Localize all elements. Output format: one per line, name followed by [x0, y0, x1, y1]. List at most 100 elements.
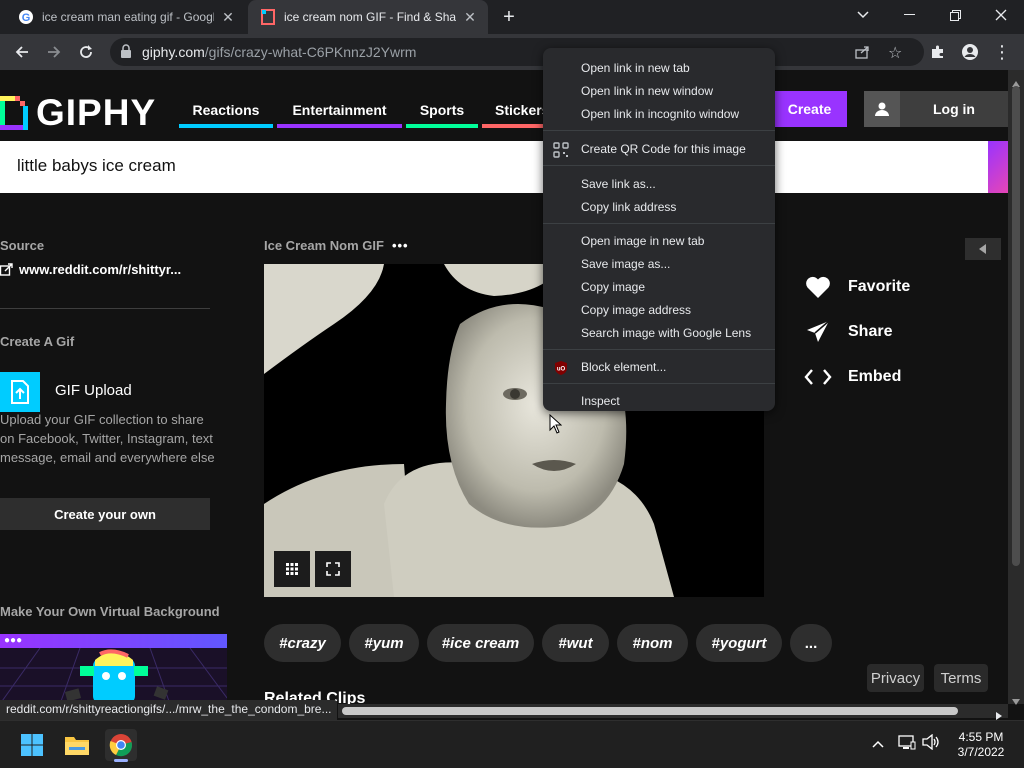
- menu-item-open-link-incognito[interactable]: Open link in incognito window: [543, 103, 775, 126]
- search-button[interactable]: [988, 141, 1008, 193]
- terms-link[interactable]: Terms: [934, 664, 988, 692]
- chrome-taskbar-icon[interactable]: [105, 729, 137, 762]
- restore-button[interactable]: [932, 0, 978, 30]
- favorite-label: Favorite: [848, 278, 911, 295]
- previous-gif-button[interactable]: [965, 238, 1001, 260]
- grid-icon: [286, 563, 298, 575]
- embed-button[interactable]: Embed: [804, 362, 901, 392]
- nav-reactions[interactable]: Reactions: [179, 92, 273, 128]
- giphy-page: GIPHY Reactions Entertainment Sports Sti…: [0, 70, 1008, 704]
- fullscreen-button[interactable]: [315, 551, 351, 587]
- menu-separator: [543, 223, 775, 224]
- share-label: Share: [848, 323, 893, 340]
- nav-stickers[interactable]: Stickers: [482, 92, 544, 128]
- tab-giphy[interactable]: ice cream nom GIF - Find & Share ✕: [248, 0, 488, 34]
- menu-kebab-icon[interactable]: ⋮: [988, 38, 1016, 66]
- source-link[interactable]: www.reddit.com/r/shittyr...: [0, 262, 181, 279]
- menu-item-copy-image-address[interactable]: Copy image address: [543, 299, 775, 322]
- menu-item-save-link-as[interactable]: Save link as...: [543, 173, 775, 196]
- network-icon[interactable]: [898, 734, 916, 753]
- gif-title: Ice Cream Nom GIF •••: [264, 238, 409, 253]
- favorite-button[interactable]: Favorite: [804, 272, 910, 302]
- minimize-button[interactable]: [886, 0, 932, 30]
- show-hidden-icons-chevron-icon[interactable]: [872, 735, 884, 751]
- taskbar-clock[interactable]: 4:55 PM 3/7/2022: [946, 730, 1016, 760]
- tag-chip[interactable]: #ice cream: [427, 624, 534, 662]
- expand-icon: [326, 562, 340, 576]
- address-bar[interactable]: giphy.com/gifs/crazy-what-C6PKnnzJ2Ywrm …: [110, 38, 924, 66]
- vertical-scrollbar[interactable]: [1008, 70, 1024, 705]
- menu-item-open-link-new-window[interactable]: Open link in new window: [543, 80, 775, 103]
- create-your-own-button[interactable]: Create your own: [0, 498, 210, 530]
- tag-chip[interactable]: #nom: [617, 624, 688, 662]
- menu-separator: [543, 349, 775, 350]
- menu-item-copy-link-address[interactable]: Copy link address: [543, 196, 775, 219]
- giphy-icon: [260, 9, 276, 25]
- ublock-origin-icon: uO: [553, 360, 569, 376]
- share-button[interactable]: Share: [804, 317, 892, 347]
- menu-item-open-image-new-tab[interactable]: Open image in new tab: [543, 230, 775, 253]
- more-tags-button[interactable]: ...: [790, 624, 832, 662]
- tab-google-search[interactable]: G ice cream man eating gif - Google ✕: [0, 0, 248, 34]
- share-page-icon[interactable]: [854, 44, 870, 65]
- windows-taskbar: 4:55 PM 3/7/2022: [0, 720, 1024, 768]
- more-options-icon[interactable]: •••: [392, 238, 409, 253]
- google-icon: G: [18, 9, 34, 25]
- upload-icon[interactable]: [0, 372, 40, 412]
- tag-chip[interactable]: #crazy: [264, 624, 341, 662]
- nav-label: Entertainment: [292, 102, 387, 118]
- logo-wordmark: GIPHY: [36, 92, 157, 133]
- search-input[interactable]: little babys ice cream: [0, 141, 988, 193]
- paper-plane-icon: [804, 320, 832, 344]
- tag-chip[interactable]: #yum: [349, 624, 419, 662]
- tab-search-icon[interactable]: [840, 0, 886, 30]
- tag-chip[interactable]: #wut: [542, 624, 609, 662]
- menu-item-save-image-as[interactable]: Save image as...: [543, 253, 775, 276]
- virtual-background-card[interactable]: ●●●: [0, 634, 227, 704]
- close-window-button[interactable]: [978, 0, 1024, 30]
- profile-icon[interactable]: [956, 38, 984, 66]
- nav-entertainment[interactable]: Entertainment: [277, 92, 402, 128]
- lock-icon[interactable]: [120, 44, 132, 63]
- tag-chip[interactable]: #yogurt: [696, 624, 782, 662]
- close-tab-icon[interactable]: ✕: [220, 9, 236, 26]
- active-app-indicator: [114, 759, 128, 762]
- forward-button[interactable]: [40, 38, 68, 66]
- giphy-logo[interactable]: GIPHY: [0, 92, 156, 134]
- menu-item-search-google-lens[interactable]: Search image with Google Lens: [543, 322, 775, 345]
- volume-icon[interactable]: [922, 733, 940, 753]
- nav-underline: [179, 124, 273, 128]
- svg-text:uO: uO: [557, 367, 566, 373]
- search-query: little babys ice cream: [17, 156, 176, 175]
- nav-sports[interactable]: Sports: [406, 92, 478, 128]
- menu-item-block-element[interactable]: uO Block element...: [543, 356, 775, 379]
- windows-start-icon[interactable]: [16, 729, 48, 761]
- new-tab-button[interactable]: +: [498, 7, 520, 29]
- virtual-background-illustration: [0, 647, 227, 704]
- file-explorer-icon[interactable]: [61, 729, 93, 761]
- reload-button[interactable]: [72, 38, 100, 66]
- scrollbar-thumb[interactable]: [1012, 86, 1020, 566]
- menu-item-label: Block element...: [581, 360, 667, 374]
- login-button[interactable]: Log in: [864, 91, 1008, 127]
- scrollbar-thumb[interactable]: [342, 707, 958, 715]
- close-tab-icon[interactable]: ✕: [462, 9, 478, 26]
- external-link-icon: [0, 263, 13, 279]
- back-button[interactable]: [8, 38, 36, 66]
- bookmark-star-icon[interactable]: ☆: [888, 43, 902, 63]
- menu-item-open-link-new-tab[interactable]: Open link in new tab: [543, 57, 775, 80]
- menu-item-inspect[interactable]: Inspect: [543, 390, 775, 413]
- horizontal-scrollbar[interactable]: [338, 704, 1008, 720]
- qr-code-icon: [553, 142, 569, 158]
- privacy-link[interactable]: Privacy: [867, 664, 924, 692]
- create-button[interactable]: Create: [772, 91, 847, 127]
- menu-item-copy-image[interactable]: Copy image: [543, 276, 775, 299]
- scroll-down-arrow-icon[interactable]: [1012, 692, 1020, 710]
- menu-item-create-qr-code[interactable]: Create QR Code for this image: [543, 138, 775, 161]
- menu-separator: [543, 130, 775, 131]
- gif-upload-title[interactable]: GIF Upload: [55, 382, 132, 399]
- embed-label: Embed: [848, 368, 902, 385]
- menu-item-label: Create QR Code for this image: [581, 142, 746, 156]
- extensions-puzzle-icon[interactable]: [924, 38, 952, 66]
- grid-view-button[interactable]: [274, 551, 310, 587]
